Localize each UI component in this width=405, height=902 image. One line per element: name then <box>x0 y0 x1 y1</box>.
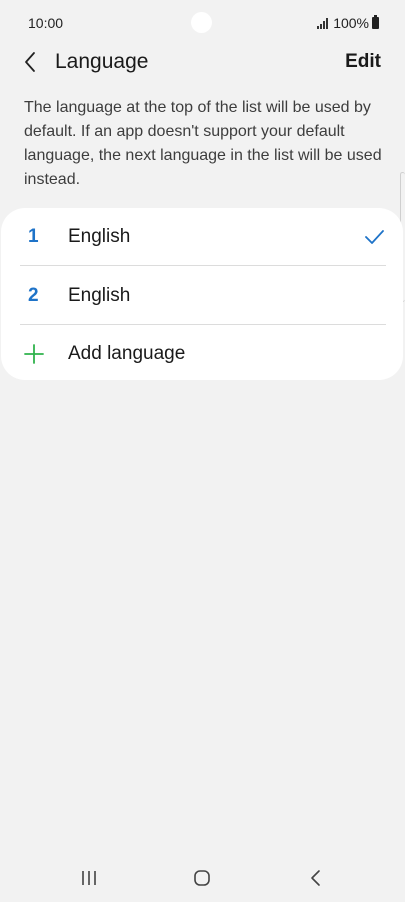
check-icon <box>365 230 384 244</box>
home-button[interactable] <box>182 864 222 892</box>
edit-button[interactable]: Edit <box>345 51 381 73</box>
status-time: 10:00 <box>28 15 64 31</box>
language-index: 1 <box>28 226 39 247</box>
language-list: 1 English 2 English Add language <box>1 208 403 380</box>
plus-icon-wrap <box>20 344 68 364</box>
page-title: Language <box>55 50 149 73</box>
navigation-bar <box>0 856 405 902</box>
description-text: The language at the top of the list will… <box>24 99 382 188</box>
recent-apps-button[interactable] <box>69 864 109 892</box>
home-icon <box>194 870 210 886</box>
language-name: English <box>68 226 131 247</box>
back-nav-button[interactable] <box>296 864 336 892</box>
back-arrow-icon <box>311 870 320 886</box>
signal-icon <box>317 17 329 29</box>
status-indicators: 100% <box>317 15 379 31</box>
recent-apps-icon <box>82 871 96 885</box>
language-index: 2 <box>28 285 39 306</box>
battery-percentage: 100% <box>333 15 369 31</box>
plus-icon <box>24 344 44 364</box>
language-item-1[interactable]: 1 English <box>20 208 386 266</box>
app-header: Language Edit <box>0 42 405 82</box>
language-item-2[interactable]: 2 English <box>20 267 386 325</box>
status-bar: 10:00 100% <box>0 0 405 46</box>
language-name: English <box>68 285 131 306</box>
battery-icon <box>372 15 379 29</box>
camera-cutout <box>191 12 212 33</box>
chevron-left-icon <box>25 52 35 72</box>
add-language-button[interactable]: Add language <box>20 325 386 383</box>
back-button[interactable] <box>18 48 44 76</box>
add-language-label: Add language <box>68 343 186 364</box>
